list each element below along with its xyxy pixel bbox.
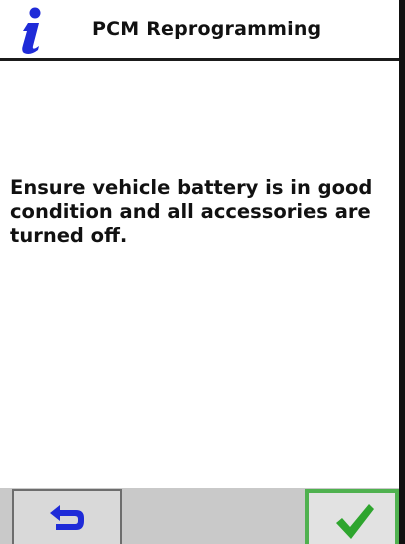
header-divider [0,58,399,61]
back-button[interactable] [12,489,122,544]
window-edge [399,0,405,544]
screen: PCM Reprogramming Ensure vehicle battery… [0,0,405,544]
confirm-button[interactable] [305,489,399,544]
instruction-message: Ensure vehicle battery is in good condit… [10,176,373,247]
title-bar: PCM Reprogramming [0,0,399,60]
checkmark-icon [336,504,374,539]
info-icon [12,6,52,56]
page-title: PCM Reprogramming [92,18,322,40]
back-arrow-icon [50,505,84,530]
